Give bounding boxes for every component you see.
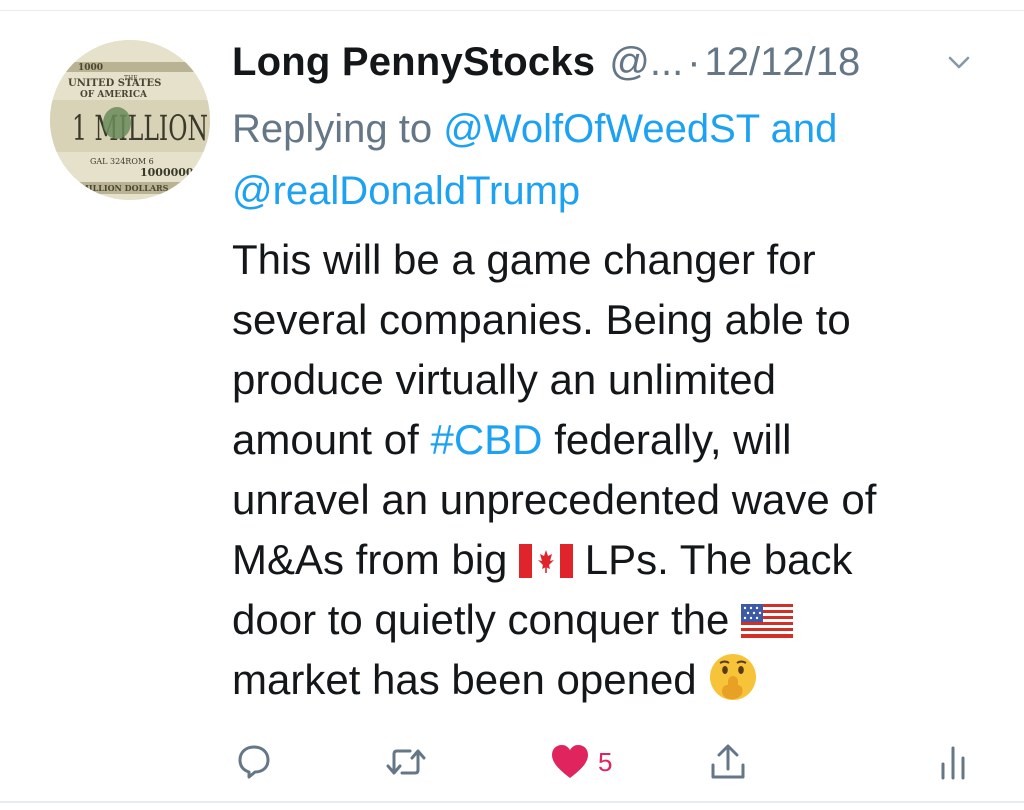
tweet-line: several companies. Being able to [232,296,851,343]
svg-text:UNITED STATES: UNITED STATES [68,78,161,89]
svg-text:1 MILLION: 1 MILLION [72,109,208,149]
top-divider [0,10,1024,11]
tweet-text: This will be a game changer for several … [232,230,1002,710]
mention-wolfofweedst[interactable]: @WolfOfWeedST [443,107,759,151]
reply-icon [238,745,270,779]
mention-realdonaldtrump[interactable]: @realDonaldTrump [232,169,580,213]
avatar-text-1000: 1000 [78,63,103,73]
tweet-text-fragment: LPs. The back [584,536,853,583]
tweet-line: This will be a game changer for [232,236,816,283]
reply-and: and [770,107,838,151]
reply-context: Replying to @WolfOfWeedST and @realDonal… [232,98,972,222]
tweet-line: unravel an unprecedented wave of [232,476,877,523]
share-icon [711,744,745,779]
author-handle[interactable]: @... [609,40,683,85]
tweet-line: amount of #CBD federally, will [232,410,1002,470]
reply-prefix: Replying to [232,107,433,151]
chevron-down-icon[interactable] [942,50,976,74]
tweet-line: door to quietly conquer the [232,590,1002,650]
tweet-text-fragment: federally, will [554,416,792,463]
heart-icon [552,745,588,778]
tweet-line: produce virtually an unlimited [232,356,776,403]
analytics-icon [941,746,965,780]
shushing-face-icon [710,654,757,700]
avatar[interactable]: 1000 THE UNITED STATES OF AMERICA 1 MILL… [50,40,210,200]
tweet-line: M&As from big LPs. The back [232,530,1002,590]
author-name[interactable]: Long PennyStocks [232,40,595,85]
canada-flag-icon [519,544,574,578]
bottom-divider [0,801,1024,803]
tweet-text-fragment: market has been opened [232,656,697,703]
tweet-line: market has been opened [232,650,1002,710]
tweet-actions: 5 [0,738,1024,786]
us-flag-icon [741,604,794,638]
svg-text:OF AMERICA: OF AMERICA [80,90,148,100]
svg-text:GAL 324ROM 6: GAL 324ROM 6 [90,157,154,166]
like-button[interactable]: 5 [550,738,612,786]
retweet-icon [386,749,426,775]
tweet-date[interactable]: 12/12/18 [705,40,861,85]
avatar-million-dollar-bill-image: 1000 THE UNITED STATES OF AMERICA 1 MILL… [50,40,210,200]
tweet-text-fragment: M&As from big [232,536,508,583]
retweet-button[interactable] [384,738,428,786]
reply-button[interactable] [234,738,274,786]
hashtag-cbd[interactable]: #CBD [430,416,542,463]
tweet-text-fragment: door to quietly conquer the [232,596,730,643]
share-button[interactable] [708,738,748,786]
svg-text:MILLION DOLLARS: MILLION DOLLARS [80,183,169,193]
svg-text:1000000: 1000000 [140,166,194,179]
header-separator: · [687,39,701,84]
tweet-header: Long PennyStocks @... · 12/12/18 [232,36,860,88]
like-count: 5 [598,746,613,777]
analytics-button[interactable] [938,738,968,786]
tweet-text-fragment: amount of [232,416,419,463]
